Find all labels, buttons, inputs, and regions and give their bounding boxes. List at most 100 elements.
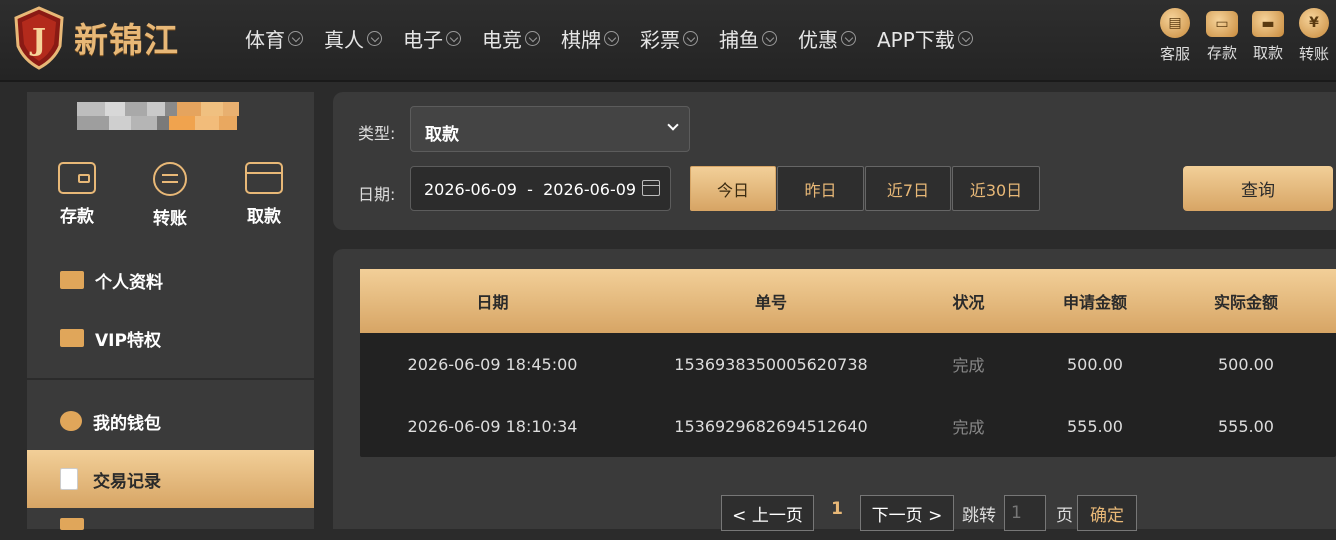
type-label: 类型: bbox=[358, 124, 396, 143]
nav-label: 电子 bbox=[403, 28, 443, 52]
nav-item-cards[interactable]: 棋牌 bbox=[561, 24, 619, 53]
pagination: < 上一页 1 下一页 > 跳转 1 页 确定 bbox=[721, 495, 1137, 531]
main-nav: 体育 真人 电子 电竞 棋牌 彩票 捕鱼 优惠 APP下载 bbox=[245, 24, 994, 53]
sidebar-deposit-shortcut[interactable]: 存款 bbox=[42, 162, 112, 227]
type-select[interactable]: 取款 bbox=[410, 106, 690, 152]
brand-badge-letter: J bbox=[29, 23, 46, 58]
nav-item-lottery[interactable]: 彩票 bbox=[640, 24, 698, 53]
table-header: 日期 单号 状况 申请金额 实际金额 bbox=[360, 269, 1336, 333]
range-today-button[interactable]: 今日 bbox=[690, 166, 776, 211]
cell-status: 完成 bbox=[952, 356, 985, 375]
date-range-picker[interactable]: 2026-06-09 - 2026-06-09 bbox=[410, 166, 671, 211]
shortcut-label: 取款 bbox=[247, 207, 281, 227]
nav-label: 优惠 bbox=[798, 28, 838, 52]
range-30days-button[interactable]: 近30日 bbox=[952, 166, 1040, 211]
nav-item-live-casino[interactable]: 真人 bbox=[324, 24, 382, 53]
transfer-icon bbox=[153, 162, 187, 196]
current-page[interactable]: 1 bbox=[814, 499, 860, 519]
nav-item-slots[interactable]: 电子 bbox=[403, 24, 461, 53]
page-suffix: 页 bbox=[1056, 505, 1073, 526]
nav-item-sports[interactable]: 体育 bbox=[245, 24, 303, 53]
quick-customer-service[interactable]: ▤ 客服 bbox=[1152, 8, 1198, 64]
document-icon bbox=[60, 468, 78, 490]
chevron-down-icon bbox=[683, 31, 698, 46]
piggy-bank-icon bbox=[60, 411, 82, 431]
chevron-down-icon bbox=[446, 31, 461, 46]
cell-requested-amount: 555.00 bbox=[1067, 416, 1123, 436]
chevron-down-icon bbox=[367, 31, 382, 46]
calendar-icon bbox=[642, 180, 660, 196]
shortcut-label: 存款 bbox=[60, 207, 94, 227]
cell-date: 2026-06-09 18:10:34 bbox=[407, 416, 578, 436]
sidebar-transfer-shortcut[interactable]: 转账 bbox=[135, 162, 205, 229]
jump-label: 跳转 bbox=[962, 505, 996, 526]
vip-icon bbox=[60, 329, 84, 347]
wallet-icon bbox=[58, 162, 96, 194]
page-jump-input[interactable]: 1 bbox=[1004, 495, 1046, 531]
brand-logo[interactable]: J 新锦江 bbox=[10, 6, 179, 70]
top-navigation-bar: J 新锦江 体育 真人 电子 电竞 棋牌 彩票 捕鱼 优惠 APP下载 ▤ 客服… bbox=[0, 0, 1336, 82]
chevron-down-icon bbox=[288, 31, 303, 46]
sidebar-item-vip[interactable]: VIP特权 bbox=[27, 309, 314, 367]
sidebar-item-transactions[interactable]: 交易记录 bbox=[27, 450, 314, 508]
profile-icon bbox=[60, 271, 84, 289]
cell-order-number: 1536938350005620738 bbox=[674, 354, 868, 374]
chevron-down-icon bbox=[762, 31, 777, 46]
range-yesterday-button[interactable]: 昨日 bbox=[777, 166, 864, 211]
query-button[interactable]: 查询 bbox=[1183, 166, 1333, 211]
quick-label: 客服 bbox=[1159, 45, 1190, 63]
sidebar-item-label: VIP特权 bbox=[95, 330, 161, 351]
nav-label: 捕鱼 bbox=[719, 28, 759, 52]
cell-status: 完成 bbox=[952, 418, 985, 437]
confirm-jump-button[interactable]: 确定 bbox=[1077, 495, 1137, 531]
nav-label: 体育 bbox=[245, 28, 285, 52]
cell-date: 2026-06-09 18:45:00 bbox=[407, 354, 578, 374]
sidebar-divider bbox=[27, 378, 314, 380]
transactions-table: 日期 单号 状况 申请金额 实际金额 2026-06-09 18:45:00 1… bbox=[360, 269, 1336, 457]
next-page-button[interactable]: 下一页 > bbox=[860, 495, 954, 531]
sidebar-item-wallet[interactable]: 我的钱包 bbox=[27, 392, 314, 450]
sidebar-withdraw-shortcut[interactable]: 取款 bbox=[229, 162, 299, 227]
chevron-down-icon bbox=[841, 31, 856, 46]
column-header-actual-amount: 实际金额 bbox=[1213, 293, 1278, 312]
range-7days-button[interactable]: 近7日 bbox=[865, 166, 951, 211]
sidebar-item-label: 我的钱包 bbox=[93, 413, 161, 434]
nav-item-fishing[interactable]: 捕鱼 bbox=[719, 24, 777, 53]
partial-menu-icon bbox=[60, 518, 84, 530]
brand-badge-icon: J bbox=[10, 6, 68, 70]
quick-label: 取款 bbox=[1252, 44, 1283, 62]
briefcase-icon: ▬ bbox=[1252, 11, 1284, 37]
avatar-username-blurred-line2 bbox=[77, 116, 237, 130]
quick-deposit[interactable]: ▭ 存款 bbox=[1199, 8, 1245, 63]
shortcut-label: 转账 bbox=[153, 209, 187, 229]
sidebar-item-label: 交易记录 bbox=[93, 471, 161, 492]
quick-withdraw[interactable]: ▬ 取款 bbox=[1245, 8, 1291, 63]
nav-item-esports[interactable]: 电竞 bbox=[482, 24, 540, 53]
nav-label: 棋牌 bbox=[561, 28, 601, 52]
type-select-value: 取款 bbox=[425, 125, 459, 145]
card-icon bbox=[245, 162, 283, 194]
nav-item-promotions[interactable]: 优惠 bbox=[798, 24, 856, 53]
sidebar-item-profile[interactable]: 个人资料 bbox=[27, 251, 314, 309]
nav-item-app-download[interactable]: APP下载 bbox=[877, 24, 973, 53]
nav-label: 电竞 bbox=[482, 28, 522, 52]
nav-label: 真人 bbox=[324, 28, 364, 52]
quick-transfer[interactable]: ¥ 转账 bbox=[1291, 8, 1336, 64]
sidebar-item-next-partial[interactable] bbox=[27, 510, 314, 540]
table-row: 2026-06-09 18:45:00 1536938350005620738 … bbox=[360, 333, 1336, 395]
prev-page-button[interactable]: < 上一页 bbox=[721, 495, 814, 531]
wallet-icon: ▭ bbox=[1206, 11, 1238, 37]
sidebar-item-label: 个人资料 bbox=[95, 272, 163, 293]
avatar-username-blurred bbox=[77, 102, 239, 116]
account-sidebar: 存款 转账 取款 个人资料 VIP特权 我的钱包 交易记录 bbox=[27, 92, 314, 530]
quick-label: 转账 bbox=[1298, 45, 1329, 63]
chevron-down-icon bbox=[957, 31, 973, 46]
nav-label: 彩票 bbox=[640, 28, 680, 52]
chevron-down-icon bbox=[604, 31, 619, 46]
date-label: 日期: bbox=[358, 185, 396, 204]
coin-icon: ¥ bbox=[1299, 8, 1329, 38]
table-row: 2026-06-09 18:10:34 1536929682694512640 … bbox=[360, 395, 1336, 457]
cell-actual-amount: 555.00 bbox=[1218, 416, 1274, 436]
chevron-down-icon bbox=[525, 31, 540, 46]
column-header-status: 状况 bbox=[952, 293, 985, 312]
